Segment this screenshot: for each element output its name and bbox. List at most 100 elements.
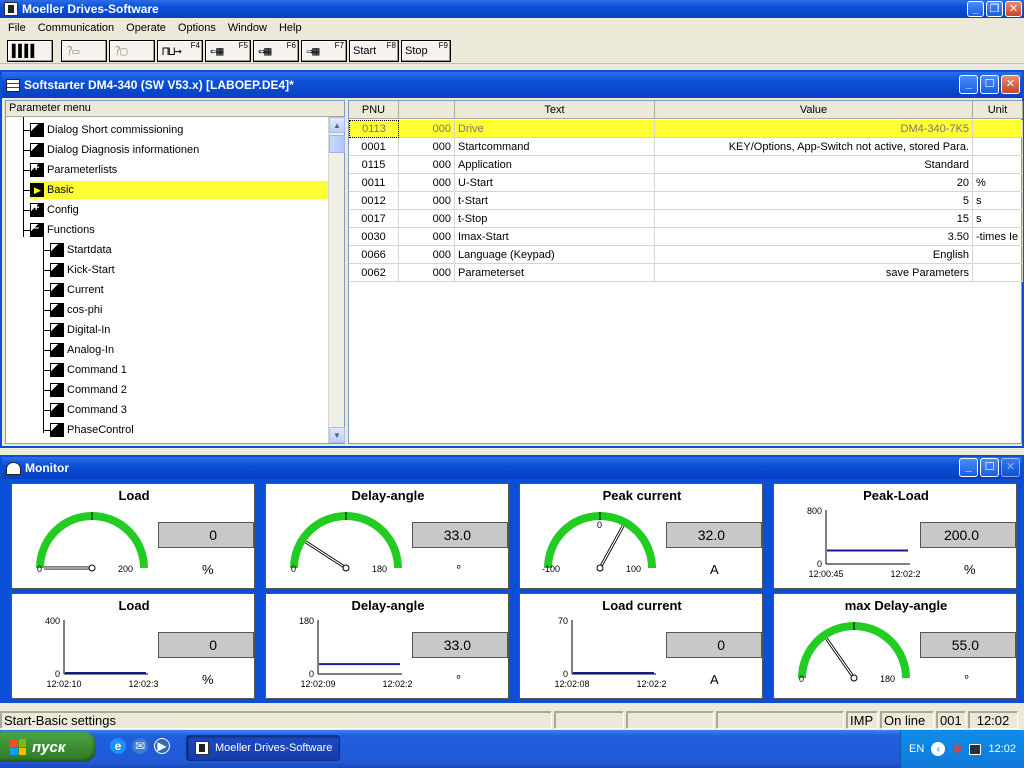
toolbar-button-2[interactable]: ?▭ xyxy=(61,39,107,62)
tree-item-label: Digital-In xyxy=(67,324,111,336)
monitor-panel-peak-current[interactable]: Peak current 32.0 A -100 100 0 xyxy=(519,483,763,589)
table-row[interactable]: 0030 000 Imax-Start 3.50 -times Ie xyxy=(349,228,1023,246)
table-row[interactable]: 0012 000 t-Start 5 s xyxy=(349,192,1023,210)
monitor-close-button[interactable]: ✕ xyxy=(1001,458,1020,477)
toolbar-button-5[interactable]: ⇐▦ F5 xyxy=(205,39,251,62)
monitor-panel-load[interactable]: Load0%400012:02:1012:02:30 xyxy=(11,593,255,699)
page-icon xyxy=(30,143,44,157)
page-icon xyxy=(50,263,64,277)
monitor-panel-peak-load[interactable]: Peak-Load200.0%800012:00:4512:02:25 xyxy=(773,483,1017,589)
help-disabled-icon: ?▭ xyxy=(66,43,79,58)
tree-item-functions[interactable]: Functions xyxy=(30,221,95,239)
tree-item-startdata[interactable]: Startdata xyxy=(50,241,112,259)
panel-value-display: 0 xyxy=(158,522,254,548)
cell-pnu: 0011 xyxy=(349,174,399,192)
table-row[interactable]: 0066 000 Language (Keypad) English xyxy=(349,246,1023,264)
table-row[interactable]: 0001 000 Startcommand KEY/Options, App-Swit… xyxy=(349,138,1023,156)
cell-idx: 000 xyxy=(399,192,455,210)
menu-operate[interactable]: Operate xyxy=(120,22,172,34)
start-button[interactable]: пуск xyxy=(0,732,96,762)
table-row[interactable]: 0115 000 Application Standard xyxy=(349,156,1023,174)
menu-window[interactable]: Window xyxy=(222,22,273,34)
table-row[interactable]: 0011 000 U-Start 20% xyxy=(349,174,1023,192)
monitor-panel-load[interactable]: Load 0% 0 200 xyxy=(11,483,255,589)
tree-item-parameterlists[interactable]: Parameterlists xyxy=(30,161,117,179)
network-icon[interactable]: ✱ xyxy=(952,742,962,756)
menu-help[interactable]: Help xyxy=(273,22,308,34)
scroll-thumb[interactable] xyxy=(329,135,345,153)
monitor-panel-delay-angle[interactable]: Delay-angle 33.0 ° 0 180 xyxy=(265,483,509,589)
cell-unit xyxy=(973,120,1023,138)
tree-item-current[interactable]: Current xyxy=(50,281,104,299)
media-player-icon[interactable]: ▶ xyxy=(154,738,170,754)
column-header-index[interactable] xyxy=(399,101,455,119)
child-minimize-button[interactable]: _ xyxy=(959,75,978,94)
tray-arrow-icon[interactable]: ‹ xyxy=(931,742,946,756)
tree-item-phasecontrol[interactable]: PhaseControl xyxy=(50,421,134,439)
monitor-minimize-button[interactable]: _ xyxy=(959,458,978,477)
table-row[interactable]: 0017 000 t-Stop 15 s xyxy=(349,210,1023,228)
toolbar-button-4[interactable]: ⊓⊔→ F4 xyxy=(157,39,203,62)
toolbar-button-6[interactable]: ⇔▦ F6 xyxy=(253,39,299,62)
language-indicator[interactable]: EN xyxy=(909,743,924,755)
tree-item-command-1[interactable]: Command 1 xyxy=(50,361,127,379)
tree-item-command-3[interactable]: Command 3 xyxy=(50,401,127,419)
panel-value-display: 32.0 xyxy=(666,522,762,548)
taskbar-app-button[interactable]: Moeller Drives-Software xyxy=(186,735,340,761)
column-header-unit[interactable]: Unit xyxy=(973,101,1023,119)
cell-idx: 000 xyxy=(399,264,455,282)
minimize-button[interactable]: _ xyxy=(967,1,984,17)
monitor-panel-delay-angle[interactable]: Delay-angle33.0°180012:02:0912:02:29 xyxy=(265,593,509,699)
outlook-icon[interactable]: ✉ xyxy=(132,738,148,754)
scroll-up-button[interactable]: ▲ xyxy=(329,117,345,133)
scroll-down-button[interactable]: ▼ xyxy=(329,427,345,443)
tree-item-config[interactable]: Config xyxy=(30,201,79,219)
page-icon xyxy=(50,303,64,317)
menu-file[interactable]: File xyxy=(2,22,32,34)
cell-text: t-Stop xyxy=(455,210,655,228)
restore-button[interactable]: ❐ xyxy=(986,1,1003,17)
cell-pnu: 0062 xyxy=(349,264,399,282)
tree-item-kick-start[interactable]: Kick-Start xyxy=(50,261,115,279)
monitor-maximize-button[interactable]: ☐ xyxy=(980,458,999,477)
toolbar-button-3[interactable]: ?▢ xyxy=(109,39,155,62)
monitor-panel-max-delay-angle[interactable]: max Delay-angle 55.0 ° 0 180 xyxy=(773,593,1017,699)
table-row[interactable]: 0062 000 Parameterset save Parameters xyxy=(349,264,1023,282)
y-max-label: 180 xyxy=(299,616,314,626)
tree-item-label: Config xyxy=(47,204,79,216)
x-end-label: 12:02:30 xyxy=(128,679,158,689)
tree-item-dialog-diagnosis-informationen[interactable]: Dialog Diagnosis informationen xyxy=(30,141,199,159)
tree-item-dialog-short-commissioning[interactable]: Dialog Short commissioning xyxy=(30,121,183,139)
child-maximize-button[interactable]: ☐ xyxy=(980,75,999,94)
column-header-value[interactable]: Value xyxy=(655,101,973,119)
tree-item-digital-in[interactable]: Digital-In xyxy=(50,321,110,339)
tree-item-cos-phi[interactable]: cos-phi xyxy=(50,301,102,319)
menu-options[interactable]: Options xyxy=(172,22,222,34)
child-close-button[interactable]: ✕ xyxy=(1001,75,1020,94)
cell-value: Standard xyxy=(655,156,973,174)
stop-button[interactable]: Stop F9 xyxy=(401,39,451,62)
tree-scrollbar[interactable]: ▲ ▼ xyxy=(328,117,345,443)
close-button[interactable]: ✕ xyxy=(1005,1,1022,17)
column-header-pnu[interactable]: PNU xyxy=(349,101,399,119)
menu-communication[interactable]: Communication xyxy=(32,22,120,34)
table-row[interactable]: 0113 000 Drive DM4-340-7K5 xyxy=(349,120,1023,138)
gauge-max-label: 180 xyxy=(880,674,895,684)
monitor-tray-icon[interactable] xyxy=(969,743,982,755)
tree-item-label: Parameterlists xyxy=(47,164,118,176)
start-label: Start xyxy=(353,44,377,57)
tree-item-analog-in[interactable]: Analog-In xyxy=(50,341,114,359)
status-online: On line xyxy=(880,711,934,729)
compare-icon: ⇔▦ xyxy=(258,43,271,58)
toolbar-button-1[interactable]: ▌▌▌▌ xyxy=(7,39,53,62)
monitor-panel-load-current[interactable]: Load current0A70012:02:0812:02:28 xyxy=(519,593,763,699)
start-button[interactable]: Start F8 xyxy=(349,39,399,62)
cell-idx: 000 xyxy=(399,120,455,138)
cell-text: Startcommand xyxy=(455,138,655,156)
gauge-chart: 0 200 xyxy=(36,512,148,574)
toolbar-button-7[interactable]: ⇒▦ F7 xyxy=(301,39,347,62)
tree-item-command-2[interactable]: Command 2 xyxy=(50,381,127,399)
tree-item-basic[interactable]: ▶ Basic xyxy=(30,181,328,199)
ie-icon[interactable]: e xyxy=(110,738,126,754)
column-header-text[interactable]: Text xyxy=(455,101,655,119)
